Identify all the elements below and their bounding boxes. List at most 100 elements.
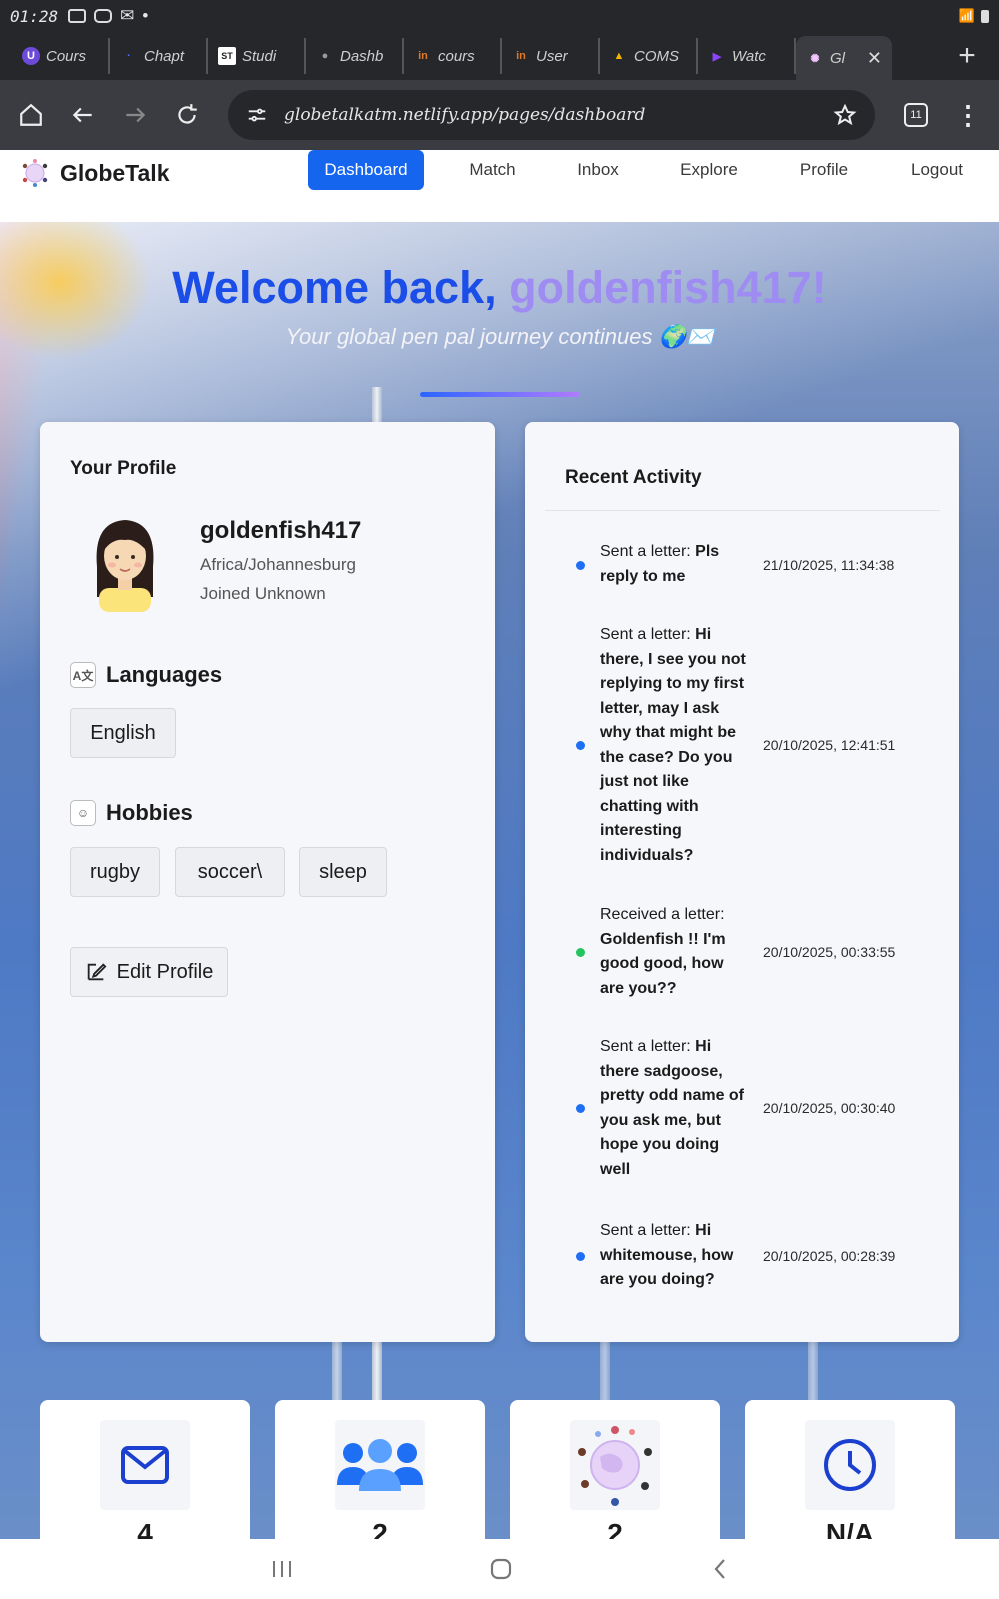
stat-card-letters: 4	[40, 1400, 250, 1539]
tab-count: 11	[904, 103, 928, 127]
home-nav-icon[interactable]	[481, 1553, 521, 1585]
stat-card-response-time: N/A	[745, 1400, 955, 1539]
welcome-subtitle: Your global pen pal journey continues 🌍✉…	[285, 324, 714, 349]
youtube-icon	[94, 9, 113, 23]
language-chip: English	[70, 708, 176, 758]
stat-letters-value: 4	[137, 1518, 153, 1539]
top-navbar: GlobeTalk Dashboard Match Inbox Explore …	[0, 150, 999, 222]
tab-switcher-button[interactable]: 11	[899, 98, 933, 132]
new-tab-icon[interactable]: +	[947, 39, 987, 73]
hero-background: Welcome back, goldenfish417! Your global…	[0, 222, 999, 1539]
web-page: GlobeTalk Dashboard Match Inbox Explore …	[0, 150, 999, 1539]
profile-joined: Joined Unknown	[200, 584, 326, 603]
recent-activity-card: Recent Activity Sent a letter: Pls reply…	[525, 422, 959, 1342]
browser-tab[interactable]: ▲ COMS	[600, 38, 698, 74]
nav-match[interactable]: Match	[455, 150, 530, 190]
back-nav-icon[interactable]	[700, 1553, 740, 1585]
activity-message: Goldenfish !! I'm good good, how are you…	[600, 930, 726, 997]
nav-logout[interactable]: Logout	[898, 150, 976, 190]
welcome-username: goldenfish417!	[509, 262, 827, 313]
status-bar: 01:28 ✉ • 📶	[0, 0, 999, 32]
tab-favicon-icon: ✺	[810, 52, 820, 65]
address-row: globetalkatm.netlify.app/pages/dashboard…	[0, 80, 999, 150]
activity-card-title: Recent Activity	[565, 467, 702, 488]
system-nav-bar	[0, 1539, 999, 1599]
activity-message: Hi there sadgoose, pretty odd name of yo…	[600, 1038, 745, 1178]
address-bar[interactable]: globetalkatm.netlify.app/pages/dashboard	[228, 90, 875, 140]
stat-card-countries: 2	[510, 1400, 720, 1539]
tab-favicon-icon: ●	[321, 50, 329, 62]
edit-icon	[87, 963, 107, 981]
globetalk-logo-icon	[22, 159, 48, 187]
gallery-icon	[68, 9, 87, 23]
close-tab-icon[interactable]: ✕	[867, 48, 882, 69]
wifi-icon: 📶	[958, 8, 975, 23]
tab-favicon-icon: ▶	[712, 50, 722, 63]
gmail-icon: ✉	[120, 6, 135, 25]
hobby-icon: ☺	[70, 800, 96, 826]
status-right: 📶	[959, 8, 989, 24]
status-time: 01:28	[10, 6, 59, 26]
sent-dot-icon	[576, 741, 585, 750]
nav-explore[interactable]: Explore	[668, 150, 750, 190]
tab-favicon-icon: ·	[127, 50, 131, 62]
tab-strip: U Cours · Chapt ST Studi ● Dashb in cours in U…	[0, 32, 999, 80]
sent-dot-icon	[576, 561, 585, 570]
browser-tab[interactable]: · Chapt	[110, 38, 208, 74]
edit-profile-button[interactable]: Edit Profile	[70, 947, 228, 997]
received-dot-icon	[576, 948, 585, 957]
browser-tab[interactable]: U Cours	[12, 38, 110, 74]
envelope-icon	[100, 1420, 190, 1510]
sent-dot-icon	[576, 1252, 585, 1261]
tab-favicon-icon: in	[516, 50, 526, 62]
dot-icon: •	[142, 6, 149, 25]
activity-time: 20/10/2025, 00:30:40	[763, 1100, 896, 1116]
bookmark-star-icon[interactable]	[833, 103, 857, 127]
activity-time: 20/10/2025, 00:33:55	[763, 944, 896, 960]
hobby-chip: soccer\	[175, 847, 285, 897]
gradient-divider	[420, 392, 580, 397]
activity-time: 21/10/2025, 11:34:38	[763, 557, 895, 573]
tab-favicon-icon: ST	[218, 47, 236, 65]
tab-favicon-icon: U	[22, 47, 40, 65]
stat-penpals-value: 2	[372, 1518, 388, 1539]
people-icon	[335, 1420, 425, 1510]
translate-icon: A文	[70, 662, 96, 688]
tab-favicon-icon: ▲	[613, 50, 625, 62]
activity-divider	[545, 510, 940, 511]
hobby-chip: rugby	[70, 847, 160, 897]
activity-message: Hi there, I see you not replying to my f…	[600, 626, 746, 864]
languages-heading: A文 Languages	[70, 662, 222, 688]
browser-tab-active[interactable]: ✺ Gl ✕	[796, 36, 892, 80]
activity-time: 20/10/2025, 00:28:39	[763, 1248, 896, 1264]
brand[interactable]: GlobeTalk	[20, 158, 170, 188]
back-icon[interactable]	[66, 98, 100, 132]
profile-timezone: Africa/Johannesburg	[200, 555, 356, 574]
stat-card-penpals: 2	[275, 1400, 485, 1539]
url-text[interactable]: globetalkatm.netlify.app/pages/dashboard	[284, 105, 817, 125]
nav-profile[interactable]: Profile	[786, 150, 862, 190]
browser-tab[interactable]: in cours	[404, 38, 502, 74]
site-settings-icon[interactable]	[246, 104, 268, 126]
profile-username: goldenfish417	[200, 517, 362, 544]
reload-icon[interactable]	[170, 98, 204, 132]
globe-people-icon	[570, 1420, 660, 1510]
stat-countries-value: 2	[607, 1518, 623, 1539]
battery-icon	[981, 9, 989, 23]
browser-tab[interactable]: ● Dashb	[306, 38, 404, 74]
hobbies-heading: ☺ Hobbies	[70, 800, 193, 826]
more-menu-icon[interactable]: ⋮	[951, 98, 985, 132]
home-icon[interactable]	[14, 98, 48, 132]
forward-icon[interactable]	[118, 98, 152, 132]
profile-card-title: Your Profile	[70, 458, 177, 479]
recent-apps-icon[interactable]	[262, 1553, 302, 1585]
browser-tab[interactable]: ▶ Watc	[698, 38, 796, 74]
avatar	[96, 520, 154, 612]
sent-dot-icon	[576, 1104, 585, 1113]
browser-tab[interactable]: in User	[502, 38, 600, 74]
browser-tab[interactable]: ST Studi	[208, 38, 306, 74]
nav-dashboard[interactable]: Dashboard	[308, 150, 424, 190]
clock-icon	[805, 1420, 895, 1510]
brand-name: GlobeTalk	[60, 159, 170, 186]
nav-inbox[interactable]: Inbox	[562, 150, 634, 190]
